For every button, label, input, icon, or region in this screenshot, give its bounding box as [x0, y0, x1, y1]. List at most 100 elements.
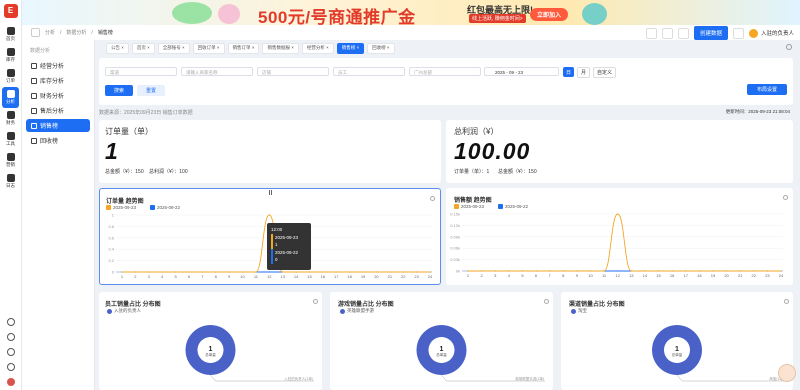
x-tick-label: 22	[752, 273, 757, 278]
y-tick-label: 0.8	[108, 224, 114, 229]
menu-icon	[31, 62, 37, 69]
data-point	[481, 270, 483, 272]
x-tick-label: 9	[228, 274, 231, 279]
tab-bar: 公告 × 首页 × 全部账号 × 回收订单 × 销售订单 × 销售数据报 × 经营分析 × 销…	[95, 42, 800, 54]
data-point	[739, 270, 741, 272]
sidebar-item-2[interactable]: 订单	[0, 66, 21, 87]
banner-tagline: 线上活跃, 赚佣金时间>	[469, 14, 526, 23]
data-point	[268, 271, 270, 273]
channel-select[interactable]: 渠道	[105, 67, 177, 76]
data-point	[535, 270, 537, 272]
x-tick-label: 3	[148, 274, 151, 279]
tab-0[interactable]: 公告 ×	[106, 42, 129, 54]
tab-7[interactable]: 销售榜 ×	[336, 42, 365, 54]
submenu-item-0[interactable]: 经营分析	[26, 59, 90, 72]
data-point	[121, 271, 123, 273]
seg-day[interactable]: 日	[563, 67, 575, 77]
store-select[interactable]: 店铺	[257, 67, 329, 76]
promo-banner[interactable]: 500元/号商通推广金 红包最高无上限! 线上活跃, 赚佣金时间> 立即加入	[22, 0, 800, 25]
submenu-item-4[interactable]: 销售榜	[26, 119, 90, 132]
menu-icon	[31, 122, 37, 129]
assistant-avatar[interactable]	[778, 364, 796, 382]
submenu-item-label: 回收榜	[40, 139, 59, 145]
sidebar-item-6[interactable]: 营销	[0, 150, 21, 171]
x-tick-label: 5	[521, 273, 524, 278]
x-tick-label: 8	[562, 273, 565, 278]
sidebar-item-3[interactable]: 分析	[2, 87, 19, 108]
collapse-icon[interactable]	[31, 28, 40, 37]
tooltip-series: 2025-09-23	[271, 233, 307, 241]
seg-custom[interactable]: 自定义	[593, 67, 617, 78]
data-point	[201, 271, 203, 273]
date-picker[interactable]: 2025 - 09 - 23	[484, 67, 559, 76]
sidebar-item-0[interactable]: 首页	[0, 24, 21, 45]
data-point	[780, 270, 782, 272]
submenu-item-2[interactable]: 财务分析	[26, 89, 90, 102]
tab-3[interactable]: 回收订单 ×	[192, 42, 225, 54]
game-share-chart[interactable]: 1总单量英雄联盟手游(1单)	[330, 292, 553, 390]
x-tick-label: 16	[670, 273, 675, 278]
user-avatar[interactable]	[7, 378, 15, 386]
app-logo[interactable]: E	[3, 4, 18, 18]
tab-5[interactable]: 销售数据报 ×	[262, 42, 299, 54]
submenu-item-5[interactable]: 回收榜	[26, 134, 90, 147]
data-point	[630, 270, 632, 272]
wallet-icon[interactable]	[645, 27, 657, 39]
data-point	[617, 270, 619, 272]
seg-month[interactable]: 月	[577, 67, 591, 78]
nav-icon	[6, 111, 15, 119]
breadcrumb-1[interactable]: 分析	[45, 29, 55, 36]
x-tick-label: 9	[576, 273, 579, 278]
x-tick-label: 23	[765, 273, 770, 278]
search-button[interactable]: 搜索	[105, 85, 133, 96]
sidebar-item-label: 订单	[6, 78, 15, 83]
breadcrumb-2[interactable]: 数据分析	[66, 29, 86, 36]
tab-label: 销售数据报	[267, 45, 290, 50]
banner-join-button[interactable]: 立即加入	[530, 8, 569, 21]
sidebar-item-1[interactable]: 库存	[0, 45, 21, 66]
tab-8[interactable]: 回收榜 ×	[367, 42, 395, 54]
nav-icon	[6, 69, 15, 77]
sidebar-item-5[interactable]: 工具	[0, 129, 21, 150]
x-tick-label: 22	[401, 274, 406, 279]
pie-center-value: 1	[675, 346, 679, 353]
tab-6[interactable]: 经营分析 ×	[301, 42, 334, 54]
tab-menu-icon[interactable]	[786, 44, 792, 50]
data-point	[698, 270, 700, 272]
reset-button[interactable]: 重置	[137, 85, 165, 96]
help-icon[interactable]	[7, 348, 15, 356]
document-icon[interactable]	[661, 27, 673, 39]
tab-1[interactable]: 首页 ×	[131, 42, 155, 54]
staff-select[interactable]: 员工	[333, 67, 405, 76]
data-point	[161, 271, 163, 273]
fullscreen-icon[interactable]	[732, 27, 744, 39]
data-point	[335, 271, 337, 273]
submenu-item-1[interactable]: 库存分析	[26, 74, 90, 87]
top-bar: 分析 / 数据分析 / 销售榜 创建数据 入驻的负责人	[22, 25, 800, 40]
merchant-input[interactable]: 请输入商家名称	[181, 67, 253, 76]
tab-2[interactable]: 全部账号 ×	[157, 42, 190, 54]
orders-value: 1	[105, 138, 119, 164]
sidebar-item-4[interactable]: 财务	[0, 108, 21, 129]
x-tick-label: 11	[254, 274, 259, 279]
y-tick-label: 0	[112, 270, 115, 275]
branch-select[interactable]: 广州总部	[409, 67, 481, 76]
submenu-item-label: 财务分析	[40, 94, 65, 100]
bell-icon[interactable]	[7, 318, 15, 326]
channel-share-chart[interactable]: 1总单量淘宝(1单)	[561, 292, 793, 390]
data-point	[766, 270, 768, 272]
data-point	[521, 270, 524, 272]
settings-icon[interactable]	[7, 363, 15, 371]
data-source-note: 数据来源：2025年09月23日 销售订单数据	[99, 110, 193, 116]
submenu-item-3[interactable]: 售后分析	[26, 104, 90, 117]
layout-settings-button[interactable]: 布局设置	[747, 84, 787, 95]
create-data-button[interactable]: 创建数据	[693, 26, 728, 40]
user-menu[interactable]: 入驻的负责人	[748, 28, 794, 38]
message-icon[interactable]	[7, 333, 15, 341]
home-icon[interactable]	[677, 27, 689, 39]
staff-share-chart[interactable]: 1总单量入驻的负责人(1单)	[99, 292, 322, 390]
nav-icon	[6, 48, 15, 56]
sidebar-item-7[interactable]: 日志	[0, 171, 21, 192]
tab-4[interactable]: 销售订单 ×	[227, 42, 260, 54]
sales-trend-chart[interactable]: 0k0.03k0.06k0.09k0.12k0.15k1 2 3 4 5 6 7 8 9 10 11…	[446, 188, 793, 285]
